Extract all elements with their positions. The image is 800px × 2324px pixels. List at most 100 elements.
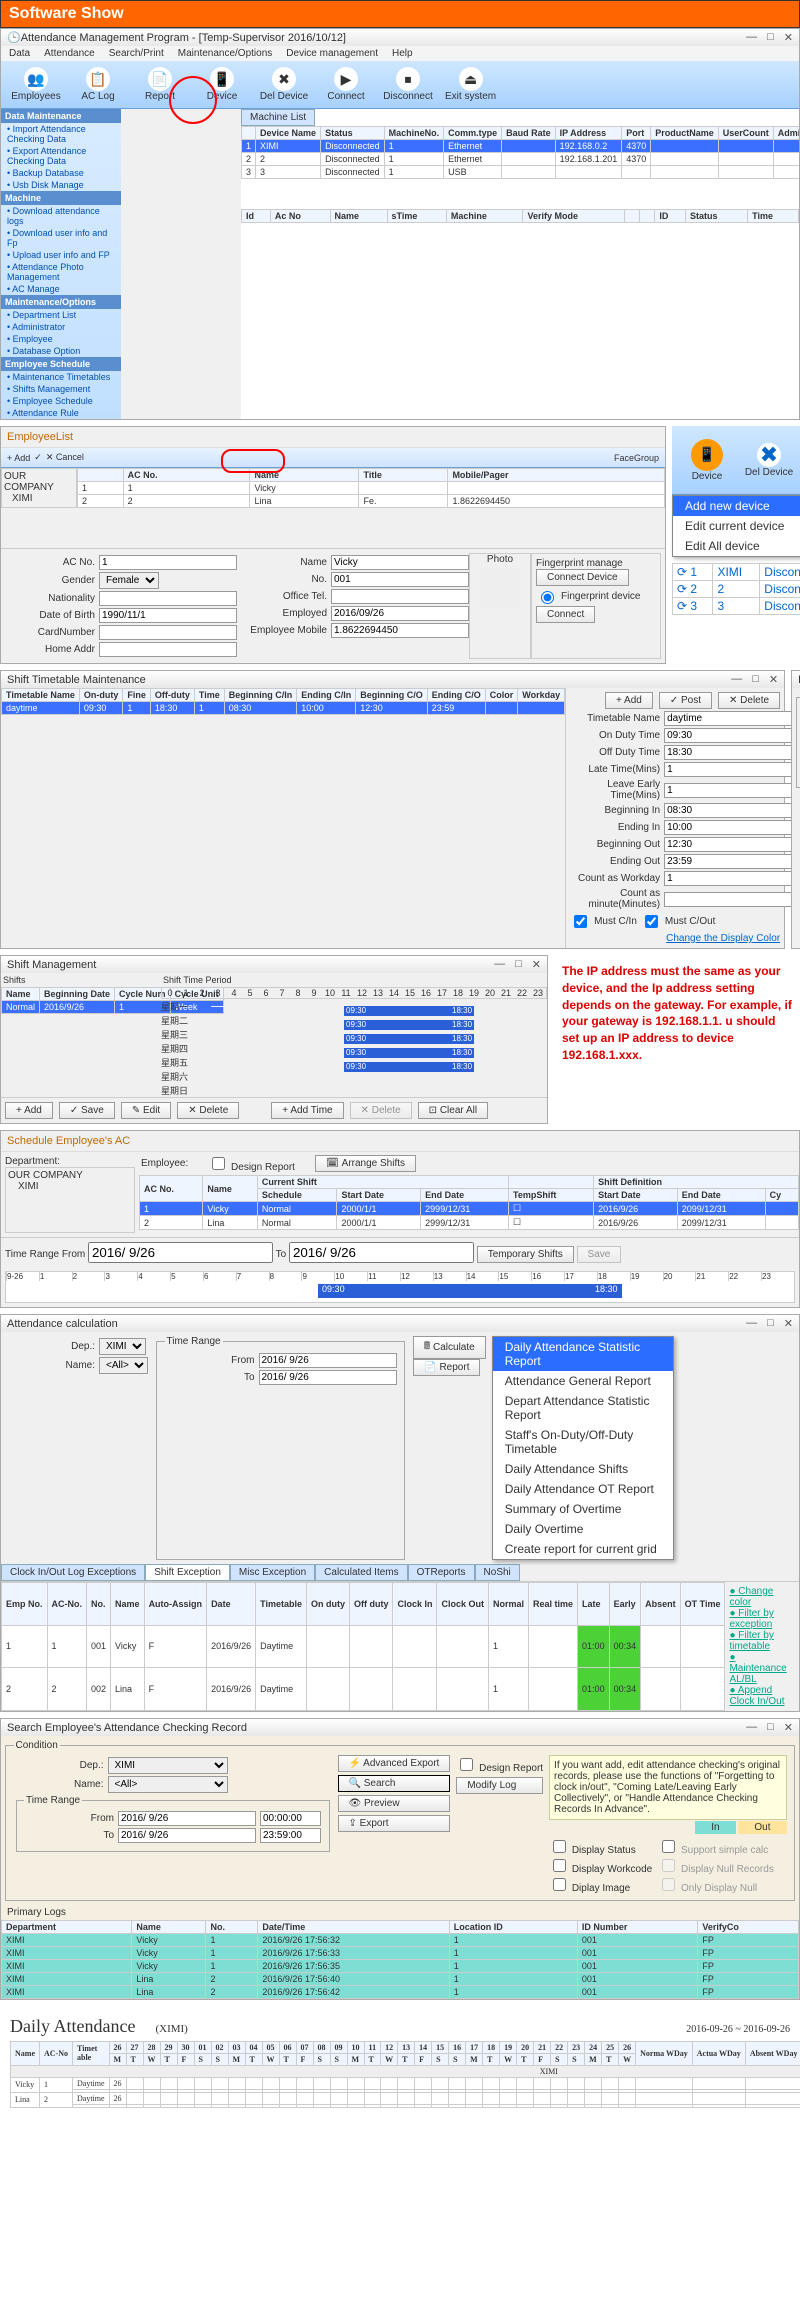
connect-button[interactable]: Connect <box>536 606 595 623</box>
side-link[interactable]: ● Filter by timetable <box>729 1630 795 1652</box>
device-big-button[interactable]: 📱Device <box>678 437 736 484</box>
report-menu[interactable]: Daily Attendance Statistic ReportAttenda… <box>492 1336 674 1560</box>
menu-attendance[interactable]: Attendance <box>44 48 95 59</box>
search-button[interactable]: 🔍 Search <box>338 1775 451 1792</box>
menu-device[interactable]: Device management <box>286 48 378 59</box>
report-menu-item[interactable]: Staff's On-Duty/Off-Duty Timetable <box>493 1425 673 1459</box>
toolbar-exit-system[interactable]: ⏏Exit system <box>441 65 500 104</box>
toolbar-ac-log[interactable]: 📋AC Log <box>69 65 127 104</box>
report-menu-item[interactable]: Daily Attendance OT Report <box>493 1479 673 1499</box>
sidebar-item[interactable]: • Shifts Management <box>1 383 121 395</box>
calc-dep-select[interactable]: XIMI <box>99 1338 146 1355</box>
dept-tree[interactable]: OUR COMPANY XIMI <box>5 1167 135 1233</box>
s-to-d[interactable] <box>118 1828 256 1843</box>
s-from-d[interactable] <box>118 1811 256 1826</box>
sidebar-item[interactable]: • Import Attendance Checking Data <box>1 123 121 145</box>
calc-to[interactable] <box>259 1370 397 1385</box>
tt-ein-input[interactable] <box>664 820 800 835</box>
disp-image-check[interactable] <box>553 1878 566 1891</box>
sidebar-item[interactable]: • Upload user info and FP <box>1 249 121 261</box>
export-button[interactable]: ⇪ Export <box>338 1815 451 1832</box>
sm-save-button[interactable]: ✓ Save <box>59 1102 115 1119</box>
nat-input[interactable] <box>99 591 237 606</box>
arrange-button[interactable]: 🗓 Arrange Shifts <box>315 1155 416 1172</box>
tt-add-button[interactable]: + Add <box>605 692 653 709</box>
toolbar-del-device[interactable]: ✖Del Device <box>255 65 313 104</box>
toolbar-employees[interactable]: 👥Employees <box>7 65 65 104</box>
sm-addtime-button[interactable]: + Add Time <box>271 1102 343 1119</box>
gender-select[interactable]: Female <box>99 572 159 589</box>
tt-offduty-input[interactable] <box>664 745 800 760</box>
s-to-t[interactable] <box>260 1828 321 1843</box>
edit-all-item[interactable]: Edit All device <box>673 536 800 556</box>
sidebar-item[interactable]: • Download attendance logs <box>1 205 121 227</box>
connect-device-button[interactable]: Connect Device <box>536 569 629 586</box>
design-report-check[interactable] <box>460 1758 473 1771</box>
sidebar-item[interactable]: • Employee <box>1 333 121 345</box>
search-grid[interactable]: DepartmentNameNo.Date/TimeLocation IDID … <box>1 1920 799 1999</box>
device-dropdown[interactable]: Add new device Edit current device Edit … <box>672 495 800 557</box>
tt-late-input[interactable] <box>664 762 800 777</box>
design-check[interactable] <box>212 1157 225 1170</box>
tt-eout-input[interactable] <box>664 854 800 869</box>
savedash-button[interactable]: ✓ <box>34 452 42 463</box>
menu-data[interactable]: Data <box>9 48 30 59</box>
tel-input[interactable] <box>331 589 469 604</box>
photo-box[interactable]: Photo <box>469 553 531 659</box>
tt-bout-input[interactable] <box>664 837 800 852</box>
sidebar-item[interactable]: • Usb Disk Manage <box>1 179 121 191</box>
s-name-select[interactable]: <All> <box>108 1776 228 1793</box>
tt-leave-input[interactable] <box>664 783 800 798</box>
side-link[interactable]: ● Change color <box>729 1586 795 1608</box>
simple-calc-check[interactable] <box>662 1840 675 1853</box>
acno-input[interactable] <box>99 555 237 570</box>
mustcout-check[interactable] <box>645 915 658 928</box>
tt-bin-input[interactable] <box>664 803 800 818</box>
facegroup-button[interactable]: FaceGroup <box>614 453 659 463</box>
company-node[interactable]: XIMI <box>4 493 74 504</box>
birth-input[interactable] <box>99 608 237 623</box>
tr-from[interactable] <box>88 1242 273 1263</box>
sidebar-item[interactable]: • Department List <box>1 309 121 321</box>
sched-save-button[interactable]: Save <box>577 1246 622 1263</box>
report-button[interactable]: 📄 Report <box>413 1359 480 1376</box>
sidebar-item[interactable]: • AC Manage <box>1 283 121 295</box>
adv-export-button[interactable]: ⚡ Advanced Export <box>338 1755 451 1772</box>
sm-edit-button[interactable]: ✎ Edit <box>121 1102 171 1119</box>
calc-tabs[interactable]: Clock In/Out Log ExceptionsShift Excepti… <box>1 1564 799 1582</box>
add-device-item[interactable]: Add new device <box>673 496 800 516</box>
tab-machine-list[interactable]: Machine List <box>241 109 315 126</box>
disp-workcode-check[interactable] <box>553 1859 566 1872</box>
card-input[interactable] <box>99 625 237 640</box>
report-menu-item[interactable]: Depart Attendance Statistic Report <box>493 1391 673 1425</box>
sm-deltime-button[interactable]: ✕ Delete <box>350 1102 412 1119</box>
report-menu-item[interactable]: Summary of Overtime <box>493 1499 673 1519</box>
toolbar-disconnect[interactable]: ⏹Disconnect <box>379 65 437 104</box>
change-color-link[interactable]: Change the Display Color <box>570 933 780 944</box>
fp-radio[interactable] <box>541 591 554 604</box>
toolbar-connect[interactable]: ▶Connect <box>317 65 375 104</box>
sm-clearall-button[interactable]: ⊡ Clear All <box>418 1102 488 1119</box>
timetable-grid[interactable]: Timetable NameOn-dutyFineOff-dutyTimeBeg… <box>1 688 565 715</box>
report-menu-item[interactable]: Daily Attendance Statistic Report <box>493 1337 673 1371</box>
calc-from[interactable] <box>259 1353 397 1368</box>
preview-button[interactable]: 👁 Preview <box>338 1795 451 1812</box>
s-dep-select[interactable]: XIMI <box>108 1757 228 1774</box>
add-button[interactable]: + Add <box>7 453 30 463</box>
report-menu-item[interactable]: Daily Overtime <box>493 1519 673 1539</box>
s-from-t[interactable] <box>260 1811 321 1826</box>
tt-post-button[interactable]: ✓ Post <box>659 692 712 709</box>
calculate-button[interactable]: 🖩 Calculate <box>413 1336 486 1359</box>
emp-input[interactable] <box>331 606 469 621</box>
sidebar-item[interactable]: • Maintenance Timetables <box>1 371 121 383</box>
report-menu-item[interactable]: Attendance General Report <box>493 1371 673 1391</box>
tt-name-input[interactable] <box>664 711 800 726</box>
deldevice-big-button[interactable]: ✖Del Device <box>740 441 798 480</box>
edit-device-item[interactable]: Edit current device <box>673 516 800 536</box>
tt-count-input[interactable] <box>664 892 800 907</box>
lower-grid[interactable]: IdAc NoNamesTimeMachineVerify ModeIDStat… <box>241 209 799 223</box>
mustcin-check[interactable] <box>574 915 587 928</box>
sm-add-button[interactable]: + Add <box>5 1102 53 1119</box>
sidebar-item[interactable]: • Employee Schedule <box>1 395 121 407</box>
side-link[interactable]: ● Append Clock In/Out <box>729 1685 795 1707</box>
